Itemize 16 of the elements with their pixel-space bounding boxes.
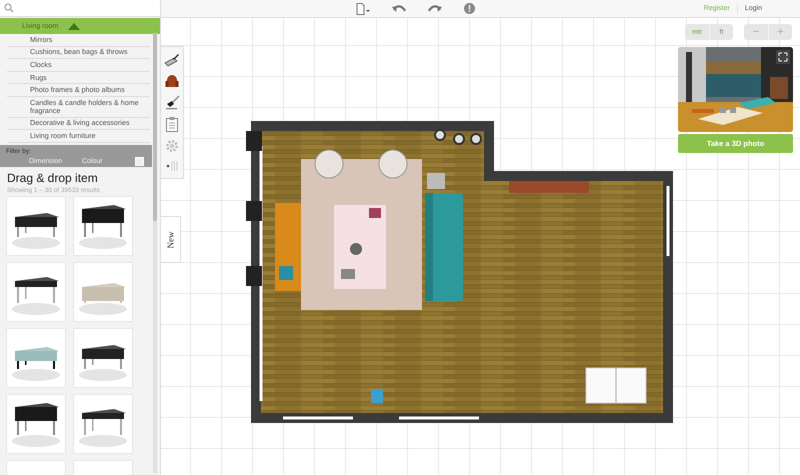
search-icon <box>4 3 14 13</box>
catalog-title: Drag & drop item <box>7 170 99 185</box>
scrollbar[interactable] <box>153 33 157 473</box>
fullscreen-icon[interactable] <box>776 50 790 64</box>
armchair-icon[interactable] <box>165 74 179 88</box>
brush-icon[interactable] <box>164 95 180 110</box>
collapse-icon[interactable] <box>166 160 178 172</box>
new-tab[interactable]: New <box>161 216 181 263</box>
search-field[interactable] <box>0 0 160 17</box>
ruler-pencil-icon[interactable] <box>164 53 180 67</box>
document-icon[interactable] <box>356 2 370 14</box>
clipboard-icon[interactable] <box>166 117 178 132</box>
checkbox-icon[interactable] <box>135 156 144 166</box>
redo-icon[interactable] <box>428 4 442 14</box>
caret-icon <box>68 22 80 30</box>
undo-icon[interactable] <box>392 4 406 14</box>
